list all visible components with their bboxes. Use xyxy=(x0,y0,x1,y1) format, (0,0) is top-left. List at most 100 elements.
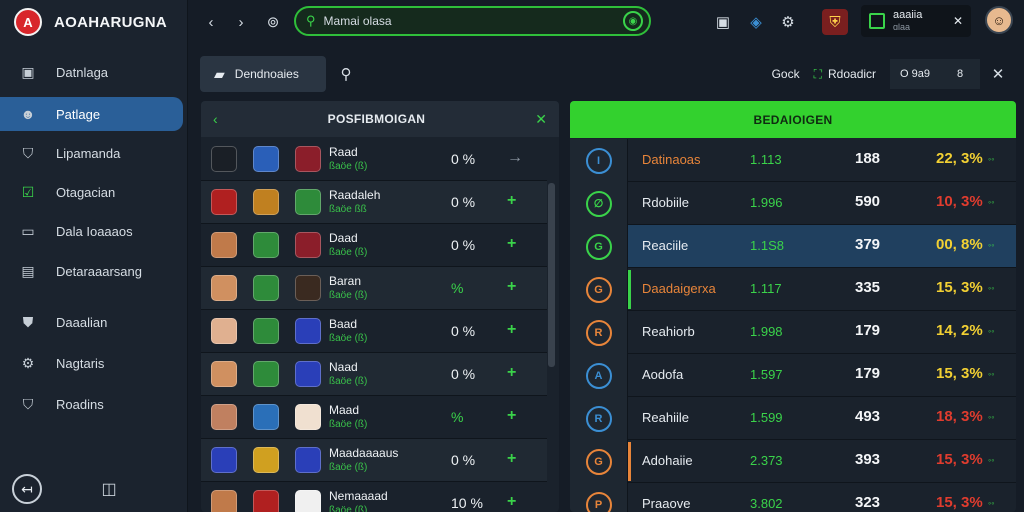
close-icon[interactable]: ✕ xyxy=(980,56,1016,92)
kit-icon xyxy=(295,232,321,258)
brand[interactable]: A AOAHARUGNA xyxy=(0,0,187,44)
club-badge-icon[interactable]: ⛨ xyxy=(822,9,848,35)
table-row[interactable]: ∅ Rdobiile 1.996 590 10, 3% ◦◦ xyxy=(570,182,1016,225)
add-button[interactable]: + xyxy=(507,407,516,425)
gear-icon[interactable]: ⚙ xyxy=(777,11,799,33)
close-icon[interactable]: ✕ xyxy=(535,111,547,128)
row-sub: ßaöe (ß) xyxy=(329,247,368,258)
club-icon: G xyxy=(585,233,612,260)
table-row[interactable]: G Reaciile 1.1S8 379 00, 8% ◦◦ xyxy=(570,225,1016,268)
close-icon[interactable]: ✕ xyxy=(953,14,963,28)
collapse-button[interactable]: ↤ xyxy=(12,474,42,504)
club-crest-icon xyxy=(253,275,279,301)
avatar[interactable]: ☺ xyxy=(985,6,1013,34)
left-panel-title: POSFIBMOIGAN xyxy=(327,112,426,126)
table-row[interactable]: I Datinaoas 1.113 188 22, 3% ◦◦ xyxy=(570,139,1016,182)
user-box-icon xyxy=(869,13,885,29)
sub-toolbar-right: Gock ⛶ Rdoadicr O 9a9 8 ✕ xyxy=(772,56,1016,92)
add-button[interactable]: + xyxy=(507,493,516,511)
table-row[interactable]: G Daadaigerxa 1.117 335 15, 3% ◦◦ xyxy=(570,268,1016,311)
club-icon: I xyxy=(585,147,612,174)
chevron-left-icon[interactable]: ‹ xyxy=(213,111,218,127)
trend-icon: ◦◦ xyxy=(988,498,995,508)
table-row[interactable]: G Adohaiie 2.373 393 15, 3% ◦◦ xyxy=(570,440,1016,483)
search-icon[interactable]: ⚲ xyxy=(336,64,356,84)
table-row[interactable]: Baran ßaöe (ß)% + xyxy=(201,267,547,310)
forward-icon[interactable]: › xyxy=(230,11,252,33)
search-input[interactable] xyxy=(323,14,604,28)
row-sub: ßaöe (ß) xyxy=(329,290,368,301)
checkbox-icon: ☑ xyxy=(21,183,35,200)
back-icon[interactable]: ‹ xyxy=(200,11,222,33)
add-button[interactable]: + xyxy=(507,278,516,296)
row-icon-cell: G xyxy=(570,225,628,268)
sidebar-item-datnlaga[interactable]: ▣ Datnlaga xyxy=(0,55,183,89)
player-avatar xyxy=(211,232,237,258)
trend-icon: ◦◦ xyxy=(988,326,995,336)
sidebar-item-dala-ioaaaos[interactable]: ▭ Dala Ioaaaos xyxy=(0,214,183,248)
add-button[interactable]: + xyxy=(507,235,516,253)
clipboard-icon[interactable]: ▣ xyxy=(712,11,734,33)
table-row[interactable]: Nemaaaad ßaöe (ß) 10 % + xyxy=(201,482,547,512)
document-icon: ▤ xyxy=(21,262,35,279)
row-name: Raad xyxy=(329,145,358,159)
row-value-2: 179 xyxy=(855,365,881,382)
player-avatar xyxy=(211,189,237,215)
row-name: Datinaoas xyxy=(642,152,701,167)
settings-icon[interactable]: ⊚ xyxy=(262,11,284,33)
table-row[interactable]: Maad ßaöe (ß)% + xyxy=(201,396,547,439)
search-go-icon[interactable]: ◉ xyxy=(623,11,643,31)
trend-icon: ◦◦ xyxy=(988,154,995,164)
scrollbar[interactable] xyxy=(548,183,555,367)
table-row[interactable]: R Reahiorb 1.998 179 14, 2% ◦◦ xyxy=(570,311,1016,354)
table-row[interactable]: R Reahiile 1.599 493 18, 3% ◦◦ xyxy=(570,397,1016,440)
camera-icon[interactable]: ◫ xyxy=(94,474,124,504)
table-row[interactable]: Raad ßaöe (ß) 0 % → xyxy=(201,138,547,181)
row-value-1: 1.1S8 xyxy=(750,238,784,253)
sub-chip-2[interactable]: 8 xyxy=(940,59,980,89)
row-value-3: 15, 3% xyxy=(936,451,983,468)
sidebar-item-roadins[interactable]: ⛉ Roadins xyxy=(0,387,183,421)
sidebar-item-nagtaris[interactable]: ⚙ Nagtaris xyxy=(0,346,183,380)
row-value-1: 1.998 xyxy=(750,324,783,339)
notification-icon[interactable]: ◈ xyxy=(745,11,767,33)
row-value-3: 10, 3% xyxy=(936,193,983,210)
row-name: Rdobiile xyxy=(642,195,689,210)
sidebar-item-daaalian[interactable]: ⛊ Daaalian xyxy=(0,305,183,339)
club-crest-icon xyxy=(253,447,279,473)
trend-icon: ◦◦ xyxy=(988,240,995,250)
kit-icon xyxy=(295,404,321,430)
row-value-2: 379 xyxy=(855,236,881,253)
sidebar-item-lipamanda[interactable]: ⛉ Lipamanda xyxy=(0,136,183,170)
table-row[interactable]: Baad ßaöe (ß) 0 % + xyxy=(201,310,547,353)
arrow-right-icon[interactable]: → xyxy=(507,149,523,167)
add-button[interactable]: + xyxy=(507,450,516,468)
row-name: Maad xyxy=(329,403,360,417)
row-percent: % xyxy=(451,280,464,296)
sidebar-item-otagacian[interactable]: ☑ Otagacian xyxy=(0,175,183,209)
app-name: AOAHARUGNA xyxy=(54,13,167,31)
table-row[interactable]: Maadaaaaus ßaöe (ß) 0 % + xyxy=(201,439,547,482)
row-name: Reahiorb xyxy=(642,324,695,339)
sub-chip[interactable]: O 9a9 xyxy=(890,59,940,89)
table-row[interactable]: P Praaove 3.802 323 15, 3% ◦◦ xyxy=(570,483,1016,512)
dashboard-button[interactable]: ▰ Dendnoaies xyxy=(200,56,326,92)
sub-label-rdoadicr[interactable]: ⛶ Rdoadicr xyxy=(814,67,876,82)
row-name: Baad xyxy=(329,317,358,331)
sidebar-item-detaraaarsang[interactable]: ▤ Detaraaarsang xyxy=(0,254,183,288)
table-row[interactable]: Naad ßaöe (ß) 0 % + xyxy=(201,353,547,396)
search-bar[interactable]: ⚲ ◉ xyxy=(294,6,651,36)
sidebar-item-patlage[interactable]: ☻ Patlage xyxy=(0,97,183,131)
add-button[interactable]: + xyxy=(507,192,516,210)
add-button[interactable]: + xyxy=(507,321,516,339)
sidebar-item-label: Nagtaris xyxy=(56,355,105,371)
add-button[interactable]: + xyxy=(507,364,516,382)
club-crest-icon xyxy=(253,232,279,258)
user-box[interactable]: aaaiia ɑlaa ✕ xyxy=(861,5,971,37)
table-row[interactable]: A Aodofa 1.597 179 15, 3% ◦◦ xyxy=(570,354,1016,397)
table-row[interactable]: Raadaleh ßaöe ßß 0 % + xyxy=(201,181,547,224)
table-row[interactable]: Daad ßaöe (ß) 0 % + xyxy=(201,224,547,267)
row-value-3: 15, 3% xyxy=(936,494,983,511)
sub-label-gock[interactable]: Gock xyxy=(772,67,800,81)
row-percent: 0 % xyxy=(451,366,476,382)
